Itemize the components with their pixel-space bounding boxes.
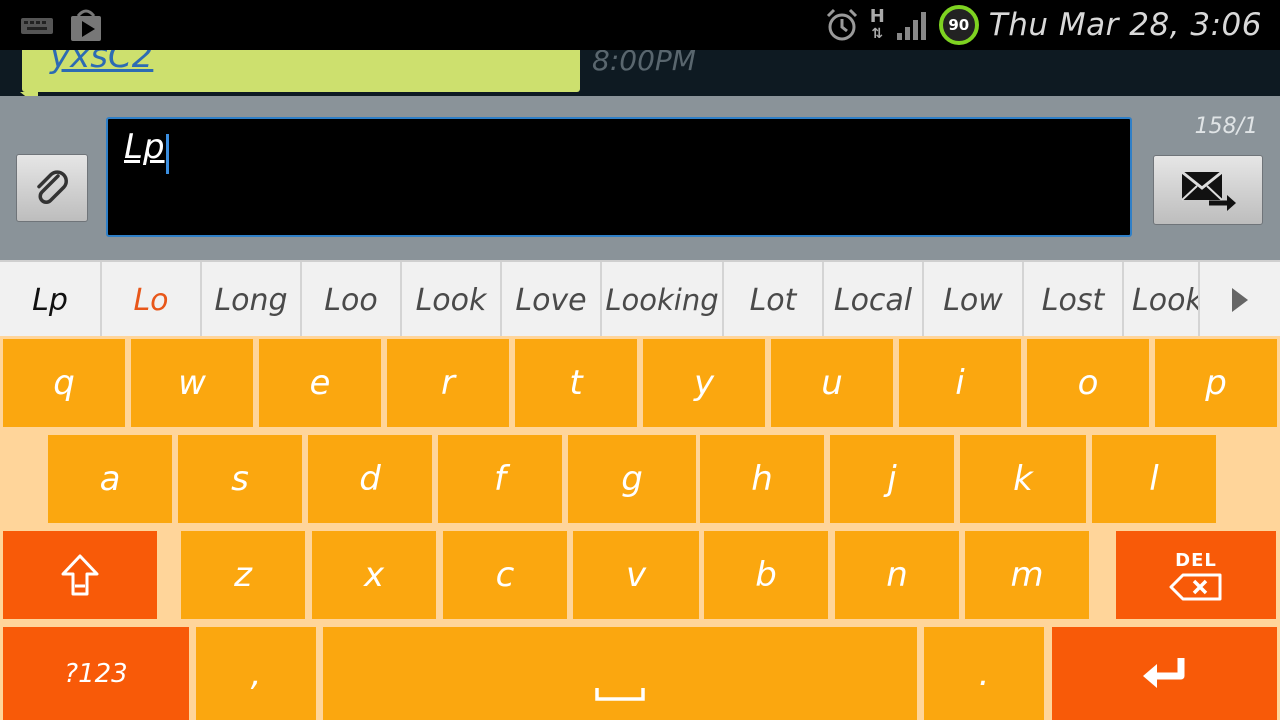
key-h[interactable]: h <box>700 435 824 523</box>
comma-key[interactable]: , <box>196 627 316 720</box>
key-q[interactable]: q <box>3 339 125 427</box>
key-z[interactable]: z <box>181 531 305 619</box>
suggestion-item[interactable]: Look <box>402 262 502 338</box>
key-w[interactable]: w <box>131 339 253 427</box>
paperclip-icon <box>37 170 68 204</box>
send-message-icon <box>1181 170 1236 211</box>
status-bar: H ⇅ 90 Thu Mar 28, 3:06 <box>0 0 1280 50</box>
suggestion-item[interactable]: Lp <box>0 262 102 338</box>
symbols-key[interactable]: ?123 <box>3 627 189 720</box>
network-type: H ⇅ <box>869 5 885 42</box>
suggestion-item[interactable]: Lost <box>1024 262 1124 338</box>
shift-icon <box>61 554 99 596</box>
key-u[interactable]: u <box>771 339 893 427</box>
status-time: Thu Mar 28, 3:06 <box>988 7 1262 43</box>
chevron-right-icon <box>1232 288 1248 312</box>
key-s[interactable]: s <box>178 435 302 523</box>
backspace-icon <box>1169 573 1222 600</box>
suggestion-bar: Lp Lo Long Loo Look Love Looking Lot Loc… <box>0 260 1280 338</box>
delete-key[interactable]: DEL <box>1116 531 1276 619</box>
suggestion-item[interactable]: Loo <box>302 262 402 338</box>
delete-key-label: DEL <box>1175 549 1217 571</box>
suggestion-item[interactable]: Love <box>502 262 602 338</box>
conversation-area: yxsC2 8:00PM <box>0 50 1280 96</box>
alarm-icon <box>826 8 857 41</box>
key-k[interactable]: k <box>960 435 1086 523</box>
space-icon <box>595 687 645 701</box>
key-e[interactable]: e <box>259 339 381 427</box>
key-g[interactable]: g <box>568 435 696 523</box>
play-store-icon <box>71 9 101 41</box>
key-i[interactable]: i <box>899 339 1021 427</box>
send-button[interactable] <box>1153 155 1263 225</box>
keyboard-icon <box>21 18 53 34</box>
period-key[interactable]: . <box>924 627 1044 720</box>
key-d[interactable]: d <box>308 435 432 523</box>
compose-area: Lp 158/1 <box>0 96 1280 260</box>
shift-key[interactable] <box>3 531 157 619</box>
key-y[interactable]: y <box>643 339 765 427</box>
suggestion-item[interactable]: Local <box>824 262 924 338</box>
space-key[interactable] <box>323 627 917 720</box>
key-n[interactable]: n <box>835 531 959 619</box>
suggestion-item[interactable]: Low <box>924 262 1024 338</box>
key-o[interactable]: o <box>1027 339 1149 427</box>
enter-icon <box>1142 657 1184 688</box>
signal-icon <box>896 12 926 40</box>
keyboard: q w e r t y u i o p a s d f g h j k l z … <box>0 336 1280 720</box>
key-f[interactable]: f <box>438 435 562 523</box>
key-l[interactable]: l <box>1092 435 1216 523</box>
attach-button[interactable] <box>16 154 88 222</box>
message-time: 8:00PM <box>592 50 696 77</box>
more-suggestions-button[interactable] <box>1200 262 1280 338</box>
enter-key[interactable] <box>1052 627 1277 720</box>
suggestion-item[interactable]: Lot <box>724 262 824 338</box>
suggestion-item[interactable]: Look <box>1124 262 1200 338</box>
text-cursor <box>165 133 169 174</box>
key-v[interactable]: v <box>573 531 699 619</box>
key-b[interactable]: b <box>704 531 828 619</box>
key-c[interactable]: c <box>443 531 567 619</box>
key-j[interactable]: j <box>830 435 954 523</box>
suggestion-item[interactable]: Looking <box>602 262 724 338</box>
suggestion-item[interactable]: Long <box>202 262 302 338</box>
key-a[interactable]: a <box>48 435 172 523</box>
message-link[interactable]: yxsC2 <box>50 50 153 76</box>
key-m[interactable]: m <box>965 531 1089 619</box>
key-t[interactable]: t <box>515 339 637 427</box>
message-input-text: Lp <box>124 127 165 167</box>
suggestion-item[interactable]: Lo <box>102 262 202 338</box>
message-input[interactable]: Lp <box>106 117 1132 237</box>
character-counter: 158/1 <box>1194 114 1258 139</box>
key-p[interactable]: p <box>1155 339 1277 427</box>
battery-indicator: 90 <box>938 5 979 45</box>
key-r[interactable]: r <box>387 339 509 427</box>
key-x[interactable]: x <box>312 531 436 619</box>
